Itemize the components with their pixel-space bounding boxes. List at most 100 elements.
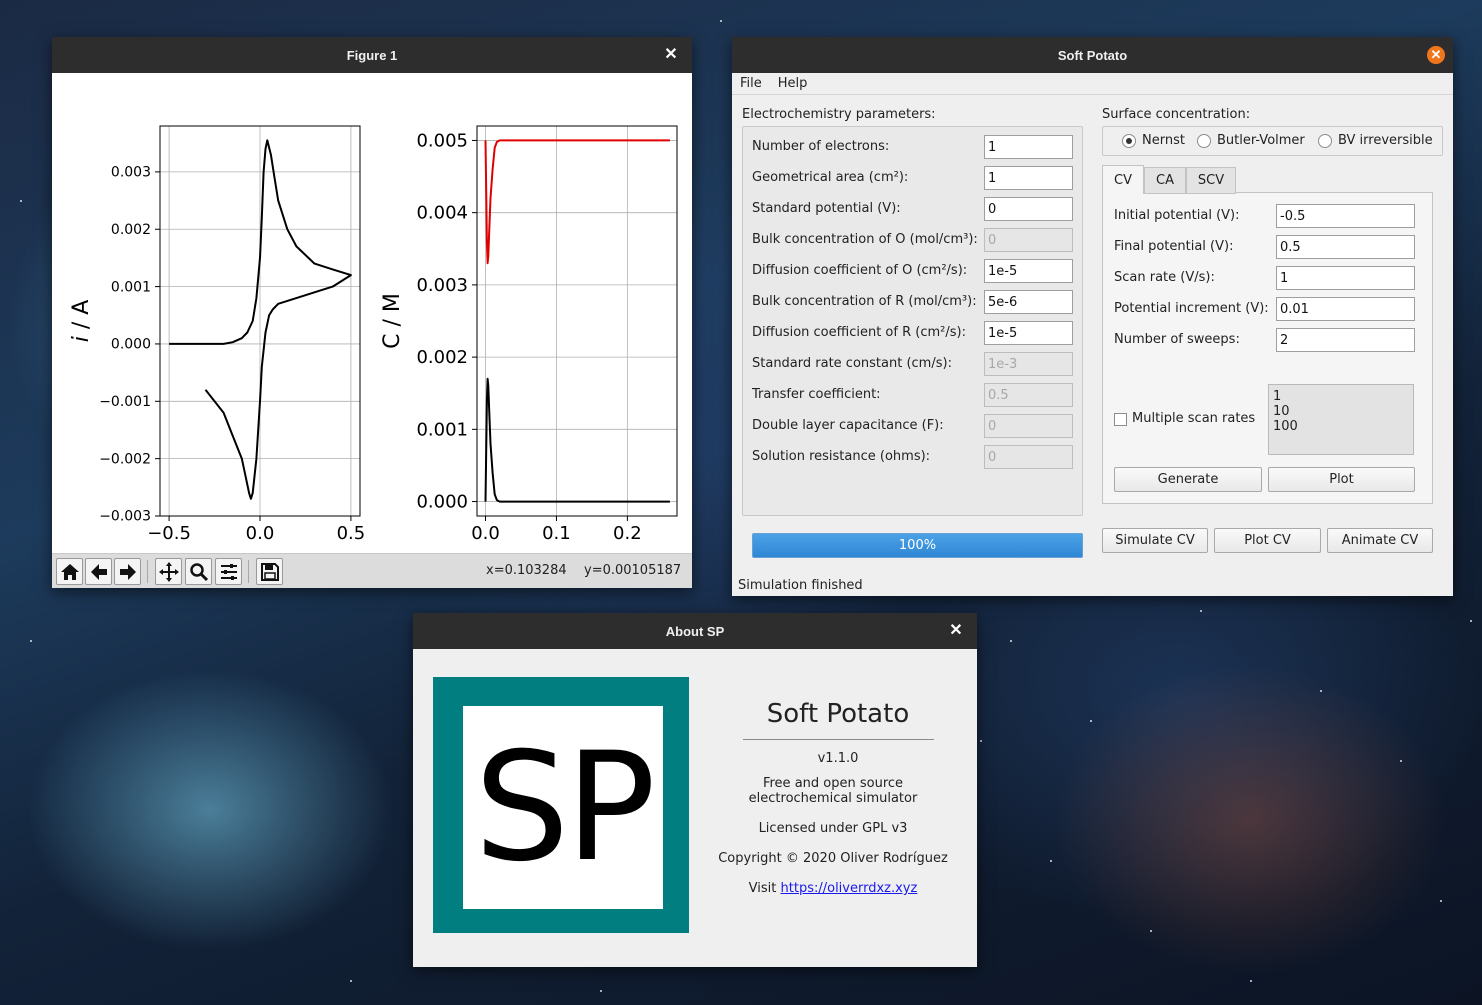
about-divider [743,739,934,740]
figure-window: Figure 1 ✕ −0.5 0.0 0.5 −0.003 −0.002 −0.001 0… [52,37,692,588]
generate-button-label: Generate [1157,472,1219,487]
website-link[interactable]: https://oliverrdxz.xyz [781,881,918,896]
plot-cv-button[interactable]: Plot CV [1214,528,1321,553]
radio-butler-volmer-indicator [1197,133,1211,148]
figure-titlebar[interactable]: Figure 1 ✕ [52,37,692,73]
progress-label: 100% [898,538,937,553]
param-input [984,228,1073,252]
y-tick-label: 0.003 [416,275,468,296]
cv-param-input[interactable] [1276,328,1415,352]
cv-param-label: Potential increment (V): [1114,301,1269,316]
cv-param-label: Number of sweeps: [1114,332,1240,347]
y-coordinate-readout: y=0.00105187 [584,563,682,578]
list-item[interactable]: 100 [1273,419,1409,434]
param-label: Geometrical area (cm²): [752,170,909,185]
logo-text: SP [474,720,656,895]
param-label: Standard rate constant (cm/s): [752,356,952,371]
param-input[interactable] [984,290,1073,314]
generate-button[interactable]: Generate [1114,467,1262,492]
about-visit: Visit https://oliverrdxz.xyz [703,881,963,896]
series-line-1-0 [484,139,670,265]
scan-rates-list[interactable]: 1 10 100 [1268,384,1414,455]
list-item[interactable]: 1 [1273,389,1409,404]
param-input[interactable] [984,321,1073,345]
x-tick-label: 0.1 [542,523,571,544]
radio-bv-irreversible-label: BV irreversible [1338,133,1433,148]
cv-param-input[interactable] [1276,297,1415,321]
close-icon[interactable]: ✕ [947,622,965,640]
cv-param-label: Final potential (V): [1114,239,1234,254]
plot-cv-label: Plot CV [1244,533,1291,548]
param-label: Diffusion coefficient of O (cm²/s): [752,263,968,278]
progress-bar: 100% [752,533,1083,558]
zoom-icon[interactable] [185,558,212,585]
about-visit-prefix: Visit [748,881,781,896]
y-tick-label: −0.002 [99,451,151,467]
y-tick-label: 0.000 [416,492,468,513]
y-tick-label: 0.001 [416,419,468,440]
plot-button-label: Plot [1329,472,1354,487]
save-icon[interactable] [256,558,283,585]
radio-bv-irreversible[interactable]: BV irreversible [1318,133,1433,148]
close-icon[interactable]: ✕ [662,46,680,64]
configure-icon[interactable] [215,558,242,585]
animate-cv-button[interactable]: Animate CV [1327,528,1433,553]
radio-nernst[interactable]: Nernst [1122,133,1185,148]
y-tick-label: 0.001 [111,279,151,295]
home-icon[interactable] [56,558,83,585]
axes-frame [476,125,678,517]
param-input [984,445,1073,469]
simulate-cv-label: Simulate CV [1115,533,1195,548]
cv-param-input[interactable] [1276,266,1415,290]
soft-potato-title: Soft Potato [1057,47,1128,63]
tab-scv[interactable]: SCV [1186,167,1236,194]
param-label: Bulk concentration of R (mol/cm³): [752,294,977,309]
params-title: Electrochemistry parameters: [742,107,936,122]
param-label: Standard potential (V): [752,201,901,216]
param-label: Number of electrons: [752,139,890,154]
cv-param-input[interactable] [1276,235,1415,259]
app-logo: SP [433,677,689,933]
param-label: Bulk concentration of O (mol/cm³): [752,232,978,247]
about-version: v1.1.0 [817,751,859,766]
soft-potato-titlebar[interactable]: Soft Potato ✕ [732,37,1453,73]
figure-canvas[interactable]: −0.5 0.0 0.5 −0.003 −0.002 −0.001 0.000 0.001 0.… [52,73,692,578]
tab-cv-label: CV [1114,172,1132,188]
param-input[interactable] [984,166,1073,190]
y-tick-label: −0.001 [99,394,151,410]
about-titlebar[interactable]: About SP ✕ [413,613,977,649]
about-desc-line2: electrochemical simulator [748,791,918,806]
param-input[interactable] [984,197,1073,221]
y-tick-label: −0.003 [99,509,151,525]
radio-butler-volmer[interactable]: Butler-Volmer [1197,133,1305,148]
toolbar-separator [147,560,148,583]
about-desc-line1: Free and open source [762,776,904,791]
y-tick-label: 0.002 [416,347,468,368]
tab-cv[interactable]: CV [1102,165,1144,194]
plot-button[interactable]: Plot [1268,467,1415,492]
forward-arrow-icon[interactable] [114,558,141,585]
list-item[interactable]: 10 [1273,404,1409,419]
multiple-scan-rates-label: Multiple scan rates [1132,411,1256,426]
menu-bar: File Help [732,73,1453,95]
pan-icon[interactable] [155,558,182,585]
y-tick-label: 0.005 [416,130,468,151]
y-tick-label: 0.003 [111,165,151,181]
simulate-cv-button[interactable]: Simulate CV [1102,528,1208,553]
y-axis-label: i / A [69,300,94,343]
radio-bv-irreversible-indicator [1318,133,1332,148]
tab-ca[interactable]: CA [1144,167,1186,194]
tab-ca-label: CA [1156,173,1174,188]
param-input[interactable] [984,135,1073,159]
cv-param-input[interactable] [1276,204,1415,228]
y-tick-label: 0.004 [416,203,468,224]
multiple-scan-rates-checkbox[interactable] [1114,413,1127,426]
x-tick-label: 0.2 [613,523,642,544]
param-input[interactable] [984,259,1073,283]
back-arrow-icon[interactable] [85,558,112,585]
menu-help[interactable]: Help [770,76,816,91]
y-tick-label: 0.002 [111,222,151,238]
menu-file[interactable]: File [732,76,770,91]
close-icon[interactable]: ✕ [1427,46,1445,64]
logo-inner: SP [463,706,663,909]
